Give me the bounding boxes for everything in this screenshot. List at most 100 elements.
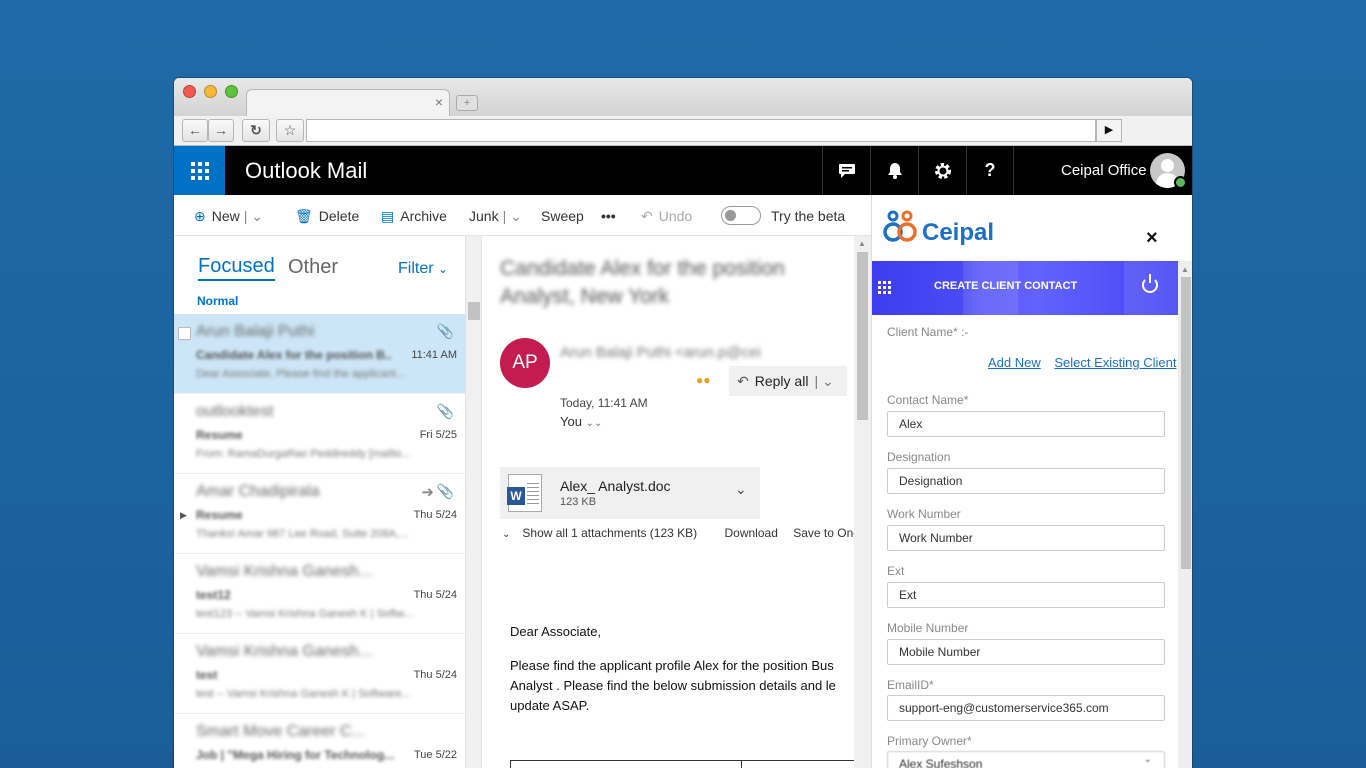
ceipal-logo: Ceipal: [882, 209, 1042, 249]
message-preview: test123 -- Vamsi Krishna Ganesh K | Soft…: [196, 608, 413, 620]
beta-toggle[interactable]: [721, 206, 761, 225]
user-name[interactable]: Ceipal Office: [1061, 162, 1147, 179]
junk-button[interactable]: Junk | ⌄: [469, 208, 522, 225]
help-icon[interactable]: ?: [966, 146, 1014, 195]
list-item[interactable]: Arun Balaji Puthi 📎 Candidate Alex for t…: [174, 314, 466, 394]
sender-avatar[interactable]: AP: [500, 338, 550, 388]
filter-button[interactable]: Filter ⌄: [398, 260, 448, 278]
undo-icon: ↶: [641, 208, 653, 224]
ceipal-scrollbar[interactable]: ▲: [1178, 261, 1192, 768]
sender-address[interactable]: Arun Balaji Puthi <arun.p@cei: [560, 344, 761, 361]
select-existing-client-link[interactable]: Select Existing Client: [1054, 355, 1176, 370]
message-date: Fri 5/25: [419, 429, 457, 441]
message-preview: From: RamaDurgaRao Peddireddy [mailto...: [196, 448, 411, 460]
address-bar[interactable]: [306, 119, 1096, 142]
ext-field[interactable]: Ext: [887, 582, 1165, 608]
message-subject: Resume: [196, 508, 243, 522]
menu-grid-icon[interactable]: [878, 281, 891, 294]
mobile-number-field[interactable]: Mobile Number: [887, 639, 1165, 665]
message-body: Dear Associate, Please find the applican…: [510, 622, 845, 716]
gear-icon[interactable]: [918, 146, 966, 195]
tab-other[interactable]: Other: [288, 256, 338, 279]
forward-icon[interactable]: →: [208, 119, 234, 142]
tab-close-icon[interactable]: ×: [435, 94, 443, 110]
ceipal-logo-text: Ceipal: [922, 219, 995, 246]
back-icon[interactable]: ←: [182, 119, 208, 142]
message-list-scrollbar[interactable]: [465, 236, 481, 768]
list-item[interactable]: Smart Move Career C... Job | "Mega Hirin…: [174, 714, 466, 768]
expand-thread-icon[interactable]: ▶: [180, 510, 187, 521]
archive-button[interactable]: ▤ Archive: [381, 208, 447, 225]
contact-name-label: Contact Name*: [887, 393, 969, 407]
filter-label: Filter: [398, 260, 434, 277]
list-item[interactable]: ▶ Amar Chadipirala ➜ 📎 Resume Thu 5/24 T…: [174, 474, 466, 554]
ceipal-addin-panel: Ceipal × CREATE CLIENT CONTACT Client Na…: [871, 195, 1192, 768]
delete-label: Delete: [318, 208, 360, 224]
message-date: 11:41 AM: [411, 349, 457, 361]
attachment-name: Alex_ Analyst.doc: [560, 478, 671, 494]
go-icon[interactable]: ▶: [1096, 119, 1122, 142]
save-to-onedrive-link[interactable]: Save to One: [793, 526, 854, 540]
chevron-down-icon: ⌄: [1143, 754, 1152, 765]
reply-all-button[interactable]: ↶ Reply all | ⌄: [729, 366, 847, 396]
minimize-window-button[interactable]: [204, 85, 217, 98]
close-window-button[interactable]: [183, 85, 196, 98]
contact-name-field[interactable]: Alex: [887, 411, 1165, 437]
close-icon[interactable]: ×: [1146, 227, 1158, 250]
show-all-attachments-link[interactable]: ⌄ Show all 1 attachments (123 KB): [502, 526, 709, 540]
people-icon[interactable]: ●●: [696, 373, 711, 387]
panel-title: CREATE CLIENT CONTACT: [934, 280, 1078, 292]
maximize-window-button[interactable]: [225, 85, 238, 98]
presence-status-icon: [1174, 176, 1187, 189]
sweep-button[interactable]: Sweep: [541, 208, 584, 224]
client-links: Add New Select Existing Client: [978, 355, 1177, 370]
email-label: EmailID*: [887, 678, 934, 692]
delete-button[interactable]: 🗑 Delete: [295, 208, 359, 225]
browser-tab[interactable]: ×: [246, 89, 450, 116]
outlook-header: Outlook Mail ? Ceipal Office: [174, 146, 1192, 195]
body-line: Please find the applicant profile Alex f…: [510, 658, 834, 673]
recipient-label: You: [560, 414, 582, 429]
message-sender: Arun Balaji Puthi: [196, 323, 315, 340]
command-bar: ⊕ New | ⌄ 🗑 Delete ▤ Archive Junk | ⌄ Sweep •…: [174, 195, 871, 236]
chat-icon[interactable]: [822, 146, 870, 195]
archive-label: Archive: [400, 208, 447, 224]
list-item[interactable]: Vamsi Krishna Ganesh... test12 Thu 5/24 …: [174, 554, 466, 634]
designation-label: Designation: [887, 450, 951, 464]
attachment-card[interactable]: W Alex_ Analyst.doc 123 KB ⌄: [500, 467, 760, 519]
app-launcher-icon[interactable]: [174, 146, 225, 195]
reading-pane-scrollbar[interactable]: ▲: [854, 236, 871, 768]
body-line: update ASAP.: [510, 698, 590, 713]
paperclip-icon: 📎: [436, 403, 454, 419]
select-checkbox[interactable]: [178, 327, 191, 340]
submission-table: [510, 760, 854, 768]
junk-label: Junk: [469, 208, 499, 224]
work-number-field[interactable]: Work Number: [887, 525, 1165, 551]
list-item[interactable]: outlooktest 📎 Resume Fri 5/25 From: Rama…: [174, 394, 466, 474]
email-field[interactable]: support-eng@customerservice365.com: [887, 695, 1165, 721]
more-icon[interactable]: •••: [601, 208, 616, 224]
designation-field[interactable]: Designation: [887, 468, 1165, 494]
new-button[interactable]: ⊕ New | ⌄: [194, 208, 263, 225]
power-icon[interactable]: [1142, 274, 1158, 293]
tab-focused[interactable]: Focused: [198, 255, 275, 281]
work-number-label: Work Number: [887, 507, 961, 521]
client-name-label: Client Name* :-: [887, 325, 969, 339]
message-subject: Candidate Alex for the position B..: [196, 348, 392, 362]
undo-button[interactable]: ↶ Undo: [641, 208, 692, 225]
list-item[interactable]: Vamsi Krishna Ganesh... test Thu 5/24 te…: [174, 634, 466, 714]
chevron-down-icon[interactable]: ⌄: [735, 481, 747, 498]
primary-owner-select[interactable]: Alex Sufeshson ⌄: [887, 751, 1165, 768]
forwarded-icon: ➜: [421, 484, 434, 501]
ext-label: Ext: [887, 564, 905, 578]
reload-icon[interactable]: ↻: [242, 119, 270, 142]
paperclip-icon: 📎: [436, 483, 454, 499]
message-sender: Vamsi Krishna Ganesh...: [196, 563, 372, 580]
add-new-link[interactable]: Add New: [988, 355, 1041, 370]
download-link[interactable]: Download: [725, 526, 778, 540]
reply-all-label: Reply all: [754, 373, 809, 389]
bookmark-star-icon[interactable]: ☆: [276, 119, 304, 142]
new-tab-button[interactable]: +: [456, 95, 478, 111]
recipient-you[interactable]: You ⌄⌄: [560, 414, 602, 429]
bell-icon[interactable]: [870, 146, 918, 195]
